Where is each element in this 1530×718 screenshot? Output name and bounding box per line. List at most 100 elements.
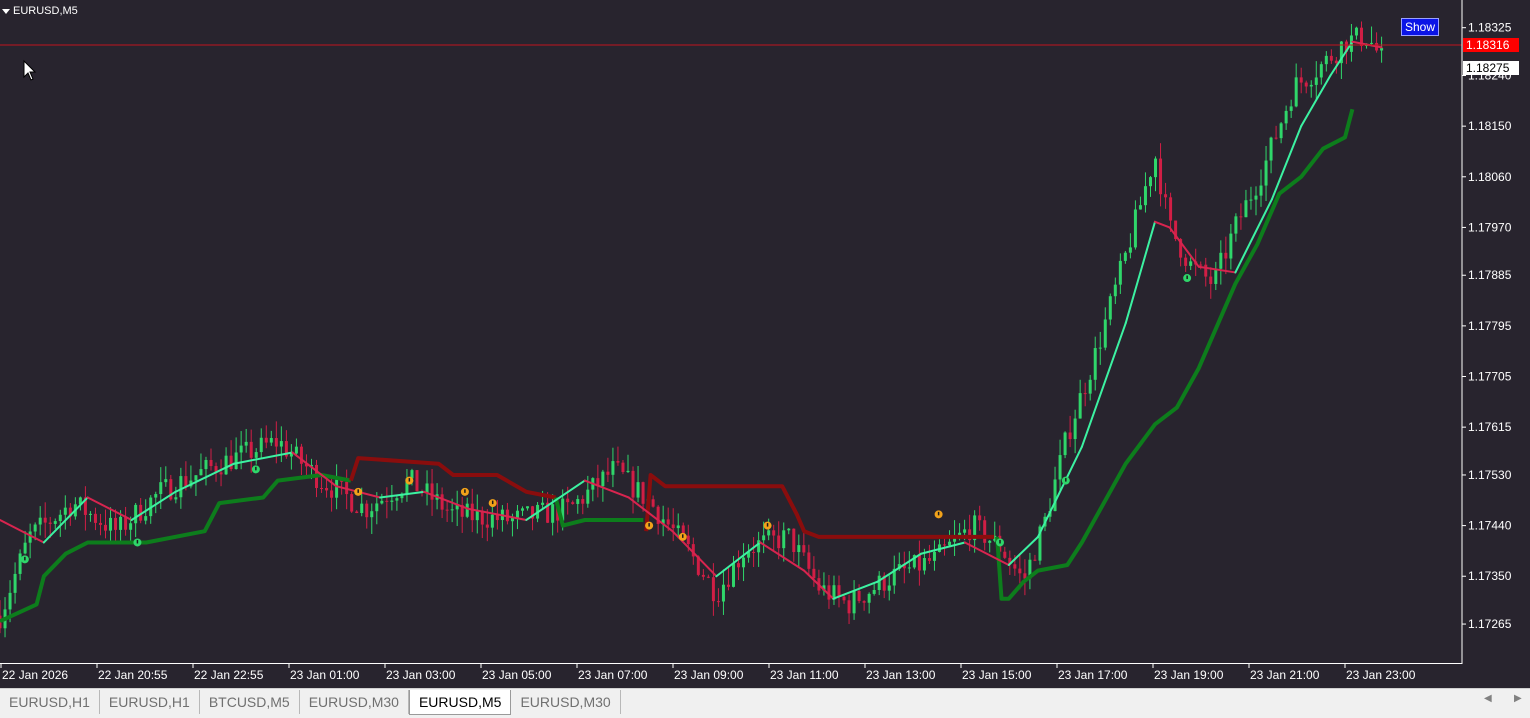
signal-mark [682,534,684,538]
time-tick-label: 23 Jan 21:00 [1250,668,1320,682]
chart-window[interactable]: 1.18325 1.18240 1.18150 1.18060 1.17970 1.178… [0,0,1530,688]
price-chart[interactable]: 1.183251.182401.181501.180601.179701.178… [0,0,1530,688]
candle-body [1244,200,1248,218]
candle-body [1184,257,1188,266]
signal-mark [136,539,139,544]
chart-tabs-bar: EURUSD,H1 EURUSD,H1 BTCUSD,M5 EURUSD,M30… [0,688,1530,718]
candle-body [395,498,399,501]
time-tick-label: 23 Jan 13:00 [866,668,936,682]
time-tick-label: 22 Jan 2026 [2,668,68,682]
candle-body [8,592,12,610]
candle-body [762,535,766,541]
candle-body [520,508,524,511]
candle-body [490,514,494,528]
candle-body [782,530,786,549]
candle-body [621,462,625,473]
candle-body [179,476,183,498]
candle-body [606,471,610,475]
candle-body [651,499,655,507]
price-axis: 1.183251.182401.181501.180601.179701.178… [1462,21,1512,631]
candle-body [13,573,17,593]
price-tick-label: 1.17265 [1468,617,1512,631]
candle-body [636,482,640,498]
signal-mark [937,511,940,516]
candle-body [1254,195,1258,200]
candle-body [365,503,369,518]
signal-mark [255,466,257,471]
candle-body [1354,27,1358,36]
candle-body [1224,252,1228,259]
candle-body [576,499,580,504]
signal-mark [464,489,466,493]
tab-btcusd-m5[interactable]: BTCUSD,M5 [200,690,300,714]
candle-body [1279,123,1283,139]
chart-title[interactable]: EURUSD,M5 [2,4,78,18]
signal-mark [357,489,359,493]
time-tick-label: 23 Jan 17:00 [1058,668,1128,682]
chart-tabs: EURUSD,H1 EURUSD,H1 BTCUSD,M5 EURUSD,M30… [0,690,621,715]
candle-body [616,461,620,463]
candle-body [1058,455,1062,480]
candle-body [415,470,419,492]
candle-body [802,545,806,553]
candle-body [551,504,555,523]
triangle-right-icon[interactable]: ▶ [1514,693,1522,704]
candle-body [209,459,213,467]
candle-body [98,522,102,525]
candle-body [440,494,444,510]
candle-body [586,489,590,504]
tab-eurusd-m30[interactable]: EURUSD,M30 [511,690,621,714]
tab-eurusd-m30[interactable]: EURUSD,M30 [300,690,409,714]
tab-eurusd-h1[interactable]: EURUSD,H1 [100,690,200,714]
candle-body [1294,77,1298,107]
candle-body [842,596,846,601]
plot-area[interactable] [0,0,1462,663]
candle-body [450,509,454,511]
candle-body [385,500,389,502]
candle-body [515,510,519,518]
candle-body [716,601,720,603]
candle-body [229,455,233,470]
bid-price-label: 1.18275 [1466,61,1510,75]
time-tick-label: 23 Jan 11:00 [770,668,839,682]
candle-body [711,577,715,602]
candle-body [1108,296,1112,320]
candle-body [706,576,710,578]
candle-body [631,470,635,498]
candle-body [1073,418,1077,440]
tab-eurusd-m5[interactable]: EURUSD,M5 [408,690,512,715]
candle-body [1324,55,1328,65]
candle-body [948,541,952,546]
price-tick-label: 1.17795 [1468,319,1512,333]
show-button[interactable]: Show [1401,18,1439,36]
candle-body [1314,77,1318,85]
candle-body [1329,55,1333,61]
price-tick-label: 1.17705 [1468,370,1512,384]
signal-mark [491,500,494,505]
signal-mark [999,539,1001,544]
candle-body [430,483,434,500]
candle-body [772,530,776,536]
triangle-left-icon[interactable]: ◀ [1484,693,1492,704]
candle-body [58,514,62,522]
candle-body [1234,216,1238,234]
tab-eurusd-h1[interactable]: EURUSD,H1 [0,690,100,714]
price-tick-label: 1.17530 [1468,468,1512,482]
candle-body [1083,393,1087,395]
candle-body [234,452,238,470]
candle-body [932,551,936,561]
candle-body [335,479,339,498]
time-tick-label: 23 Jan 05:00 [482,668,552,682]
candle-body [943,544,947,546]
candle-body [1143,186,1147,206]
candle-body [18,553,22,574]
candle-body [1098,347,1102,349]
candle-body [93,513,97,523]
candle-body [686,535,690,545]
signal-mark [24,556,26,561]
candle-body [1309,84,1313,87]
candle-body [219,472,223,475]
candle-body [626,470,630,473]
dropdown-triangle-icon[interactable] [2,8,10,14]
time-tick-label: 23 Jan 01:00 [290,668,360,682]
